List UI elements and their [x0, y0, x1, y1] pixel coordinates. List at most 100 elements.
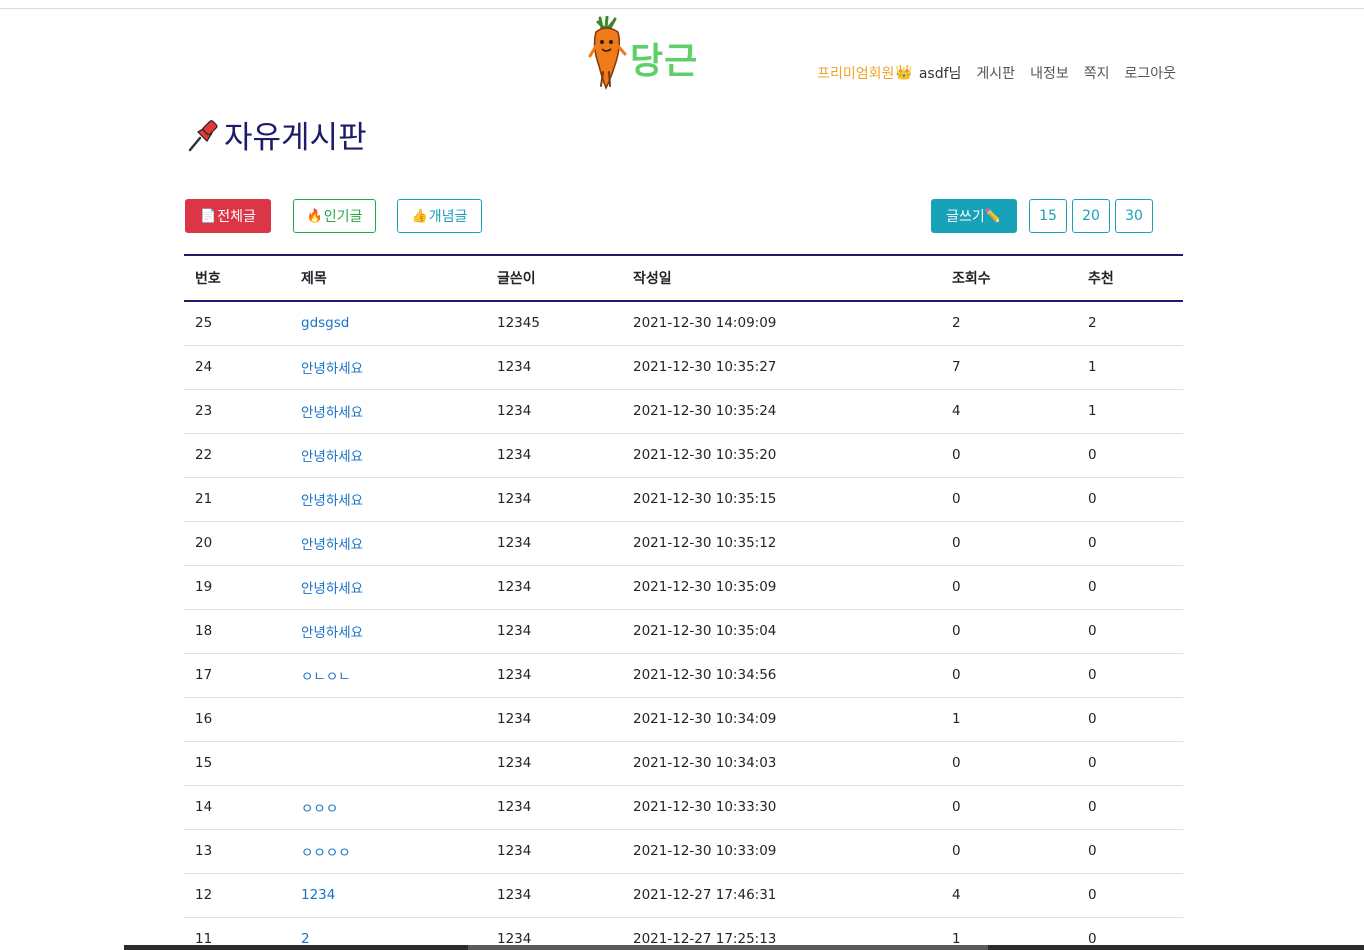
username: asdf님 [918, 66, 962, 82]
post-number: 12 [184, 873, 290, 918]
post-title-cell: ㅇㅇㅇ [290, 785, 486, 830]
post-writer: 1234 [486, 697, 622, 742]
table-row[interactable]: 24 안녕하세요 1234 2021-12-30 10:35:27 7 1 [184, 345, 1183, 390]
post-views: 0 [941, 477, 1077, 522]
best-posts-label: 개념글 [428, 209, 468, 225]
post-title-cell: 안녕하세요 [290, 345, 486, 390]
post-title-link[interactable]: 안녕하세요 [301, 449, 363, 465]
carrot-icon [588, 16, 627, 90]
post-views: 0 [941, 653, 1077, 698]
top-divider [0, 8, 1364, 9]
post-date: 2021-12-30 10:34:09 [622, 697, 941, 742]
post-views: 4 [941, 873, 1077, 918]
table-row[interactable]: 19 안녕하세요 1234 2021-12-30 10:35:09 0 0 [184, 565, 1183, 610]
post-writer: 1234 [486, 565, 622, 610]
post-writer: 1234 [486, 873, 622, 918]
table-row[interactable]: 13 ㅇㅇㅇㅇ 1234 2021-12-30 10:33:09 0 0 [184, 829, 1183, 874]
post-title-link[interactable]: 안녕하세요 [301, 493, 363, 509]
post-date: 2021-12-30 10:34:56 [622, 653, 941, 698]
post-recommend: 0 [1077, 697, 1183, 742]
post-views: 0 [941, 565, 1077, 610]
post-title-cell: gdsgsd [290, 301, 486, 346]
table-row[interactable]: 15 1234 2021-12-30 10:34:03 0 0 [184, 741, 1183, 786]
post-writer: 1234 [486, 609, 622, 654]
table-row[interactable]: 22 안녕하세요 1234 2021-12-30 10:35:20 0 0 [184, 433, 1183, 478]
post-writer: 1234 [486, 521, 622, 566]
post-title-cell: 안녕하세요 [290, 565, 486, 610]
post-number: 20 [184, 521, 290, 566]
col-recommend-header: 추천 [1077, 254, 1183, 302]
post-writer: 1234 [486, 829, 622, 874]
table-row[interactable]: 12 1234 1234 2021-12-27 17:46:31 4 0 [184, 873, 1183, 918]
post-date: 2021-12-30 10:35:15 [622, 477, 941, 522]
col-number-header: 번호 [184, 254, 290, 302]
post-writer: 1234 [486, 653, 622, 698]
post-title-link[interactable]: 1234 [301, 887, 335, 903]
post-title-link[interactable]: ㅇㅇㅇㅇ [301, 845, 351, 861]
post-views: 4 [941, 389, 1077, 434]
post-number: 24 [184, 345, 290, 390]
post-date: 2021-12-30 10:34:03 [622, 741, 941, 786]
scrollbar-thumb[interactable] [468, 945, 988, 950]
table-row[interactable]: 20 안녕하세요 1234 2021-12-30 10:35:12 0 0 [184, 521, 1183, 566]
post-views: 2 [941, 301, 1077, 346]
post-date: 2021-12-30 10:35:04 [622, 609, 941, 654]
nav-logout-link[interactable]: 로그아웃 [1124, 63, 1176, 83]
post-number: 25 [184, 301, 290, 346]
page-size-30-button[interactable]: 30 [1115, 199, 1153, 233]
post-number: 17 [184, 653, 290, 698]
post-date: 2021-12-27 17:46:31 [622, 873, 941, 918]
page-size-15-button[interactable]: 15 [1029, 199, 1067, 233]
post-title-link[interactable]: ㅇㅇㅇ [301, 801, 338, 817]
hot-posts-label: 인기글 [323, 209, 363, 225]
nav-message-link[interactable]: 쪽지 [1084, 63, 1110, 83]
col-views-header: 조회수 [941, 254, 1077, 302]
all-posts-button[interactable]: 📄 전체글 [185, 199, 271, 233]
table-row[interactable]: 21 안녕하세요 1234 2021-12-30 10:35:15 0 0 [184, 477, 1183, 522]
table-row[interactable]: 25 gdsgsd 12345 2021-12-30 14:09:09 2 2 [184, 301, 1183, 346]
post-title-link[interactable]: 안녕하세요 [301, 625, 363, 641]
table-row[interactable]: 23 안녕하세요 1234 2021-12-30 10:35:24 4 1 [184, 389, 1183, 434]
col-title-header: 제목 [290, 254, 486, 302]
logo-text: 당근 [630, 41, 699, 82]
post-recommend: 0 [1077, 565, 1183, 610]
table-header-row: 번호 제목 글쓴이 작성일 조회수 추천 [184, 254, 1183, 302]
post-views: 0 [941, 433, 1077, 478]
table-row[interactable]: 18 안녕하세요 1234 2021-12-30 10:35:04 0 0 [184, 609, 1183, 654]
table-row[interactable]: 17 ㅇㄴㅇㄴ 1234 2021-12-30 10:34:56 0 0 [184, 653, 1183, 698]
nav-myinfo-link[interactable]: 내정보 [1030, 63, 1069, 83]
post-title-link[interactable]: ㅇㄴㅇㄴ [301, 669, 351, 685]
table-row[interactable]: 14 ㅇㅇㅇ 1234 2021-12-30 10:33:30 0 0 [184, 785, 1183, 830]
site-logo[interactable]: 당근 [588, 16, 700, 92]
write-button[interactable]: 글쓰기 ✏️ [931, 199, 1017, 233]
post-date: 2021-12-30 10:35:27 [622, 345, 941, 390]
table-row[interactable]: 16 1234 2021-12-30 10:34:09 1 0 [184, 697, 1183, 742]
post-writer: 1234 [486, 477, 622, 522]
post-title-cell: 1234 [290, 873, 486, 918]
top-nav: 프리미엄회원 👑 asdf님 게시판 내정보 쪽지 로그아웃 [817, 63, 1176, 83]
post-title-cell [290, 697, 486, 742]
post-title-link[interactable]: gdsgsd [301, 315, 349, 331]
post-date: 2021-12-30 10:35:20 [622, 433, 941, 478]
hot-posts-button[interactable]: 🔥 인기글 [293, 199, 376, 233]
post-recommend: 1 [1077, 345, 1183, 390]
post-views: 7 [941, 345, 1077, 390]
page-size-20-button[interactable]: 20 [1072, 199, 1110, 233]
nav-board-link[interactable]: 게시판 [976, 63, 1015, 83]
post-title-link[interactable]: 안녕하세요 [301, 537, 363, 553]
best-posts-button[interactable]: 👍 개념글 [397, 199, 482, 233]
post-recommend: 0 [1077, 521, 1183, 566]
horizontal-scrollbar[interactable] [124, 945, 1364, 950]
post-recommend: 1 [1077, 389, 1183, 434]
post-recommend: 0 [1077, 477, 1183, 522]
post-recommend: 0 [1077, 829, 1183, 874]
post-title-link[interactable]: 안녕하세요 [301, 405, 363, 421]
post-date: 2021-12-30 10:35:24 [622, 389, 941, 434]
post-title-link[interactable]: 안녕하세요 [301, 581, 363, 597]
post-views: 1 [941, 697, 1077, 742]
post-number: 21 [184, 477, 290, 522]
post-writer: 12345 [486, 301, 622, 346]
post-title-link[interactable]: 안녕하세요 [301, 361, 363, 377]
post-views: 0 [941, 609, 1077, 654]
post-writer: 1234 [486, 345, 622, 390]
